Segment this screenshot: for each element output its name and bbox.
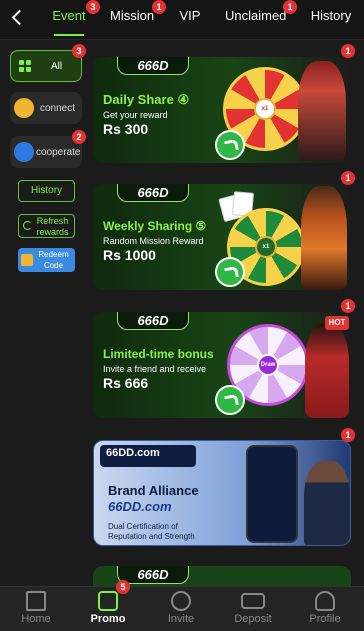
weekly-sharing-subtitle: Random Mission Reward: [103, 236, 204, 246]
tab-event-label: Event: [52, 8, 86, 23]
nav-invite[interactable]: Invite: [145, 587, 217, 631]
top-tab-bar: Event 3 Mission 1 VIP Unclaimed 1 Histor…: [0, 0, 364, 40]
app-root: Event 3 Mission 1 VIP Unclaimed 1 Histor…: [0, 0, 364, 631]
tab-mission-label: Mission: [110, 8, 155, 23]
history-button-label: History: [30, 185, 63, 196]
daily-share-badge: 1: [341, 44, 355, 58]
nav-deposit[interactable]: Deposit: [217, 587, 289, 631]
megaphone-icon: [14, 98, 34, 118]
gift-icon: [98, 591, 118, 611]
nav-invite-label: Invite: [167, 613, 195, 625]
invite-icon: [171, 591, 191, 611]
sidebar-item-all[interactable]: All: [10, 50, 82, 82]
nav-home-label: Home: [21, 613, 51, 625]
sidebar-cooperate-badge: 2: [72, 130, 86, 144]
tab-mission[interactable]: Mission: [110, 0, 154, 36]
grid-icon: [19, 60, 31, 72]
brand-alliance-desc-1: Dual Certification of: [108, 522, 178, 531]
nav-promo-label: Promo: [90, 613, 126, 625]
sidebar-all-badge: 3: [72, 44, 86, 58]
daily-share-title: Daily Share ④: [103, 92, 190, 107]
brand-logo: 666D: [117, 57, 189, 75]
phone-illustration: [246, 445, 298, 543]
spokesperson-illustration: [304, 461, 350, 545]
weekly-sharing-title: Weekly Sharing ⑤: [103, 219, 207, 233]
tab-event-badge: 3: [86, 0, 100, 14]
limited-time-bonus-subtitle: Invite a friend and receive: [103, 364, 207, 374]
sidebar-item-all-label: All: [51, 61, 63, 72]
nav-deposit-label: Deposit: [234, 613, 272, 625]
limited-time-bonus-title: Limited-time bonus: [103, 347, 214, 361]
daily-share-amount: Rs 300: [103, 121, 149, 137]
sidebar-item-cooperate[interactable]: cooperate: [10, 136, 82, 168]
refresh-rewards-button[interactable]: Refresh rewards: [18, 214, 75, 238]
sidebar-item-connect[interactable]: connect: [10, 92, 82, 124]
tab-history[interactable]: History: [308, 0, 354, 36]
brand-alliance-desc-2: Reputation and Strength: [108, 532, 195, 541]
share-icon: [14, 142, 34, 162]
wallet-icon: [241, 593, 265, 609]
redeem-code-button[interactable]: Redeem Code: [18, 248, 75, 272]
brand-logo: 666D: [117, 312, 189, 330]
nav-profile-label: Profile: [309, 613, 341, 625]
weekly-sharing-badge: 1: [341, 171, 355, 185]
daily-share-banner[interactable]: 666D Daily Share ④ Get your reward Rs 30…: [93, 57, 351, 163]
gift-icon: [21, 254, 33, 266]
brand-alliance-badge: 1: [341, 428, 355, 442]
brand-logo: 666D: [117, 184, 189, 202]
tab-history-label: History: [310, 8, 352, 23]
nav-promo[interactable]: Promo: [72, 587, 144, 631]
refresh-rewards-label: Refresh rewards: [36, 216, 69, 237]
tab-unclaimed-label: Unclaimed: [225, 8, 287, 23]
character-illustration: [301, 186, 347, 290]
brand-alliance-logo: 66DD.com: [106, 447, 160, 459]
limited-time-bonus-amount: Rs 666: [103, 375, 149, 391]
bottom-navigation: Home Promo 5 Invite Deposit Profile: [0, 580, 364, 631]
refresh-icon: [23, 221, 32, 230]
tab-vip-label: VIP: [179, 8, 201, 23]
redeem-code-label: Redeem Code: [38, 250, 69, 270]
character-illustration: [298, 61, 346, 161]
share-arrow-icon[interactable]: [215, 257, 245, 287]
daily-share-subtitle: Get your reward: [103, 110, 168, 120]
share-arrow-icon[interactable]: [215, 130, 245, 160]
history-button[interactable]: History: [18, 180, 75, 202]
tab-vip[interactable]: VIP: [177, 0, 203, 36]
sidebar-item-connect-label: connect: [40, 103, 76, 114]
nav-home[interactable]: Home: [0, 587, 72, 631]
tab-unclaimed[interactable]: Unclaimed: [225, 0, 287, 36]
character-illustration: [305, 324, 349, 418]
tab-unclaimed-badge: 1: [283, 0, 297, 14]
tab-mission-badge: 1: [152, 0, 166, 14]
limited-time-bonus-banner[interactable]: 666D Limited-time bonus Invite a friend …: [93, 312, 351, 418]
share-arrow-icon[interactable]: [215, 385, 245, 415]
profile-icon: [315, 591, 335, 611]
brand-alliance-title: Brand Alliance: [108, 483, 199, 498]
hot-badge: HOT: [325, 316, 349, 330]
weekly-sharing-amount: Rs 1000: [103, 247, 156, 263]
weekly-sharing-banner[interactable]: 666D Weekly Sharing ⑤ Random Mission Rew…: [93, 184, 351, 290]
tab-event[interactable]: Event: [50, 0, 88, 36]
nav-profile[interactable]: Profile: [289, 587, 361, 631]
limited-time-bonus-badge: 1: [341, 299, 355, 313]
back-arrow-icon[interactable]: [8, 8, 28, 28]
partial-banner[interactable]: 666D: [93, 566, 351, 586]
brand-alliance-brand: 66DD.com: [108, 499, 172, 514]
sidebar-item-cooperate-label: cooperate: [36, 147, 81, 158]
nav-promo-badge: 5: [116, 580, 130, 594]
home-icon: [26, 591, 46, 611]
brand-alliance-banner[interactable]: 66DD.com Brand Alliance 66DD.com Dual Ce…: [93, 440, 351, 546]
